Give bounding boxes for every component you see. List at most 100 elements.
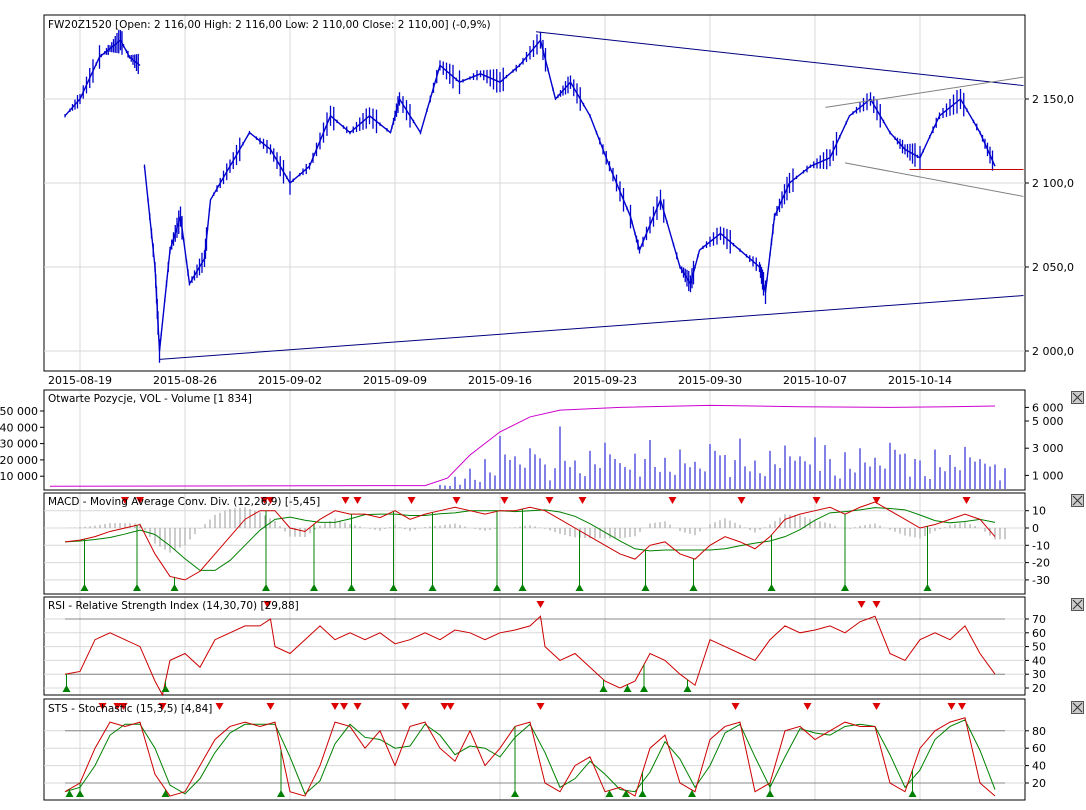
close-sts-panel-button[interactable]: [1071, 701, 1084, 714]
oi-axis-label: 20 000: [0, 454, 38, 467]
macd-panel-axis-label: 0: [1032, 522, 1039, 535]
date-axis-label: 2015-08-19: [48, 374, 112, 387]
sell-signal-marker: [536, 703, 545, 710]
close-icon: [1072, 495, 1083, 506]
buy-signal-marker: [511, 790, 519, 797]
trendline-support: [159, 295, 1024, 360]
close-icon: [1072, 702, 1083, 713]
macd-panel-axis-label: -10: [1032, 539, 1050, 552]
rsi-panel-axis-label: 30: [1032, 668, 1046, 681]
sell-signal-marker: [341, 497, 350, 504]
buy-signal-marker: [638, 790, 647, 797]
oi-axis-label: 50 000: [0, 405, 38, 418]
sell-signal-marker: [452, 497, 461, 504]
sell-signal-marker: [947, 703, 956, 710]
macd-panel-title: MACD - Moving Average Conv. Div. (12,26,…: [48, 496, 320, 508]
macd-panel-axis-label: -30: [1032, 574, 1050, 587]
sts-panel-axis-label: 40: [1032, 760, 1046, 773]
buy-signal-marker: [389, 584, 398, 591]
sell-signal-marker: [803, 703, 812, 710]
sell-signal-marker: [500, 497, 509, 504]
macd-panel-axis-label: 10: [1032, 505, 1046, 518]
close-volume-panel-button[interactable]: [1071, 391, 1084, 404]
sell-signal-marker: [266, 703, 275, 710]
sell-signal-marker: [668, 497, 677, 504]
date-axis-label: 2015-09-09: [363, 374, 427, 387]
volume-axis-label: 5 000: [1032, 415, 1064, 428]
rsi-panel-axis-label: 20: [1032, 682, 1046, 695]
price-line: [143, 38, 996, 352]
price-panel-title: FW20Z1520 [Open: 2 116,00 High: 2 116,00…: [48, 19, 491, 31]
buy-signal-marker: [133, 584, 141, 591]
buy-signal-marker: [641, 584, 650, 591]
sell-signal-marker: [446, 703, 455, 710]
date-axis-label: 2015-09-16: [468, 374, 532, 387]
buy-signal-marker: [841, 584, 849, 591]
macd-line: [64, 501, 996, 581]
sell-signal-marker: [731, 703, 740, 710]
buy-signal-marker: [310, 584, 318, 591]
buy-signal-marker: [689, 584, 698, 591]
sell-signal-marker: [737, 497, 746, 504]
sell-signal-marker: [353, 497, 362, 504]
buy-signal-marker: [923, 584, 932, 591]
sell-signal-marker: [353, 703, 362, 710]
date-axis-label: 2015-10-14: [888, 374, 952, 387]
rsi-panel-title: RSI - Relative Strength Index (14,30,70)…: [48, 600, 299, 612]
sell-signal-marker: [872, 703, 881, 710]
buy-signal-marker: [518, 584, 527, 591]
buy-signal-marker: [80, 584, 89, 591]
open-interest-line: [49, 404, 996, 487]
date-axis-label: 2015-08-26: [153, 374, 217, 387]
rsi-panel-axis-label: 60: [1032, 627, 1046, 640]
price-line: [64, 39, 141, 117]
sell-signal-marker: [340, 703, 348, 710]
price-axis-label: 2 000,0: [1032, 345, 1074, 358]
volume-axis-label: 6 000: [1032, 401, 1064, 414]
sell-signal-marker: [331, 703, 339, 710]
sts-panel-axis-label: 20: [1032, 777, 1046, 790]
trendline-channel-lower: [844, 162, 1024, 197]
sell-signal-marker: [872, 601, 881, 608]
volume-axis-label: 3 000: [1032, 442, 1064, 455]
sell-signal-marker: [958, 703, 966, 710]
oi-axis-label: 40 000: [0, 421, 38, 434]
date-axis-label: 2015-10-07: [783, 374, 847, 387]
buy-signal-marker: [575, 584, 584, 591]
sell-signal-marker: [401, 703, 410, 710]
volume-panel-title: Otwarte Pozycje, VOL - Volume [1 834]: [48, 393, 252, 405]
close-macd-panel-button[interactable]: [1071, 494, 1084, 507]
buy-signal-marker: [277, 790, 285, 797]
rsi-line: [64, 615, 996, 697]
buy-signal-marker: [262, 584, 270, 591]
close-icon: [1072, 599, 1083, 610]
sell-signal-marker: [857, 601, 866, 608]
buy-signal-marker: [347, 584, 356, 591]
sell-signal-marker: [812, 497, 821, 504]
sts-k-line: [64, 717, 996, 797]
date-axis-label: 2015-09-23: [573, 374, 637, 387]
sell-signal-marker: [536, 601, 545, 608]
trendline-channel-upper: [825, 76, 1024, 108]
close-icon: [1072, 392, 1083, 403]
close-rsi-panel-button[interactable]: [1071, 598, 1084, 611]
date-axis-label: 2015-09-02: [258, 374, 322, 387]
oi-axis-label: 30 000: [0, 438, 38, 451]
rsi-panel-axis-label: 50: [1032, 641, 1046, 654]
sts-panel-axis-label: 60: [1032, 742, 1046, 755]
price-axis-label: 2 100,0: [1032, 177, 1074, 190]
buy-signal-marker: [76, 790, 84, 797]
buy-signal-marker: [767, 584, 776, 591]
rsi-panel-axis-label: 70: [1032, 613, 1046, 626]
buy-signal-marker: [428, 584, 437, 591]
trendline-resistance: [535, 31, 1024, 87]
sell-signal-marker: [578, 497, 587, 504]
price-panel-border: [43, 14, 1026, 372]
sts-panel-axis-label: 80: [1032, 725, 1046, 738]
sell-signal-marker: [407, 497, 416, 504]
buy-signal-marker: [170, 584, 179, 591]
chart-canvas: 2 000,0 2 050,0 2 100,0 2 150,0 2015-08-19 20…: [0, 14, 1074, 801]
sts-panel-title: STS - Stochastic (15,3,5) [4,84]: [48, 703, 212, 715]
date-axis-label: 2015-09-30: [678, 374, 742, 387]
macd-panel-axis-label: -20: [1032, 557, 1050, 570]
